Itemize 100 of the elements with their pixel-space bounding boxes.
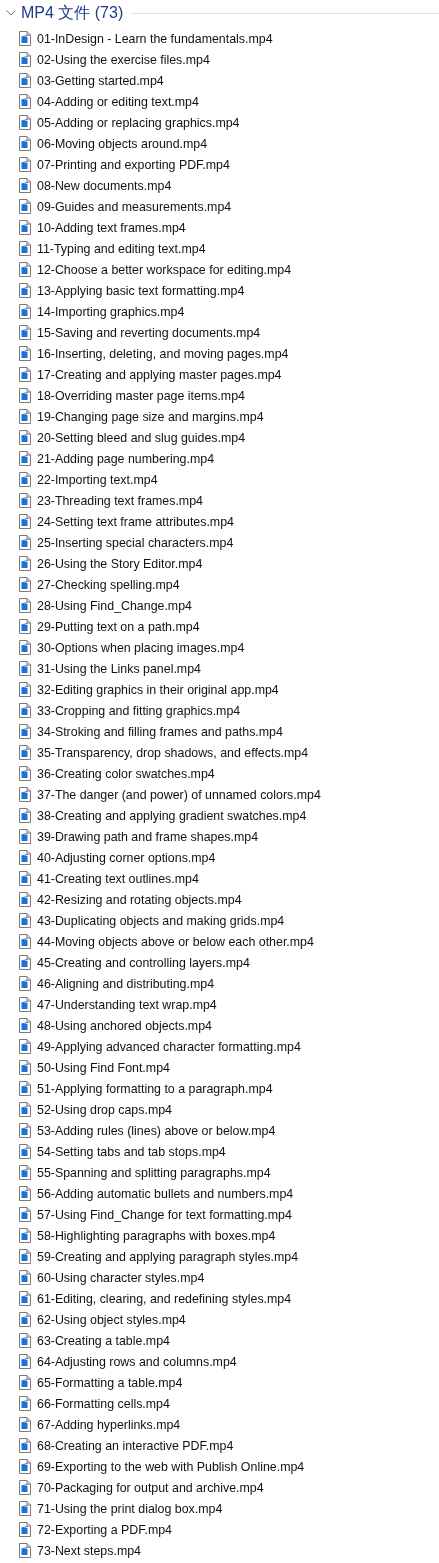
video-file-icon xyxy=(19,409,31,424)
video-file-icon xyxy=(19,913,31,928)
file-item[interactable]: 37-The danger (and power) of unnamed colors.mp4 xyxy=(0,784,439,805)
file-item[interactable]: 24-Setting text frame attributes.mp4 xyxy=(0,511,439,532)
video-file-icon xyxy=(19,388,31,403)
video-file-icon xyxy=(19,1417,31,1432)
file-item[interactable]: 46-Aligning and distributing.mp4 xyxy=(0,973,439,994)
file-item[interactable]: 31-Using the Links panel.mp4 xyxy=(0,658,439,679)
file-item[interactable]: 10-Adding text frames.mp4 xyxy=(0,217,439,238)
file-item[interactable]: 32-Editing graphics in their original app.mp4 xyxy=(0,679,439,700)
file-item[interactable]: 09-Guides and measurements.mp4 xyxy=(0,196,439,217)
file-item[interactable]: 56-Adding automatic bullets and numbers.mp4 xyxy=(0,1183,439,1204)
file-item[interactable]: 44-Moving objects above or below each other.mp4 xyxy=(0,931,439,952)
file-item[interactable]: 17-Creating and applying master pages.mp4 xyxy=(0,364,439,385)
file-item[interactable]: 01-InDesign - Learn the fundamentals.mp4 xyxy=(0,28,439,49)
video-file-icon xyxy=(19,1396,31,1411)
file-item[interactable]: 21-Adding page numbering.mp4 xyxy=(0,448,439,469)
video-file-icon xyxy=(19,1522,31,1537)
video-file-icon xyxy=(19,430,31,445)
video-file-icon xyxy=(19,577,31,592)
file-item[interactable]: 62-Using object styles.mp4 xyxy=(0,1309,439,1330)
file-item[interactable]: 47-Understanding text wrap.mp4 xyxy=(0,994,439,1015)
file-item[interactable]: 29-Putting text on a path.mp4 xyxy=(0,616,439,637)
file-item[interactable]: 70-Packaging for output and archive.mp4 xyxy=(0,1477,439,1498)
file-item[interactable]: 63-Creating a table.mp4 xyxy=(0,1330,439,1351)
video-file-icon xyxy=(19,1123,31,1138)
video-file-icon xyxy=(19,850,31,865)
file-item[interactable]: 61-Editing, clearing, and redefining styles.mp4 xyxy=(0,1288,439,1309)
file-item[interactable]: 45-Creating and controlling layers.mp4 xyxy=(0,952,439,973)
file-item[interactable]: 49-Applying advanced character formatting.mp4 xyxy=(0,1036,439,1057)
file-item[interactable]: 16-Inserting, deleting, and moving pages.mp4 xyxy=(0,343,439,364)
file-item[interactable]: 60-Using character styles.mp4 xyxy=(0,1267,439,1288)
file-item[interactable]: 20-Setting bleed and slug guides.mp4 xyxy=(0,427,439,448)
video-file-icon xyxy=(19,304,31,319)
file-item[interactable]: 15-Saving and reverting documents.mp4 xyxy=(0,322,439,343)
file-item[interactable]: 14-Importing graphics.mp4 xyxy=(0,301,439,322)
file-item[interactable]: 72-Exporting a PDF.mp4 xyxy=(0,1519,439,1540)
file-item[interactable]: 19-Changing page size and margins.mp4 xyxy=(0,406,439,427)
file-item[interactable]: 07-Printing and exporting PDF.mp4 xyxy=(0,154,439,175)
video-file-icon xyxy=(19,640,31,655)
file-item[interactable]: 50-Using Find Font.mp4 xyxy=(0,1057,439,1078)
file-item[interactable]: 41-Creating text outlines.mp4 xyxy=(0,868,439,889)
file-item[interactable]: 40-Adjusting corner options.mp4 xyxy=(0,847,439,868)
file-item[interactable]: 28-Using Find_Change.mp4 xyxy=(0,595,439,616)
file-item[interactable]: 68-Creating an interactive PDF.mp4 xyxy=(0,1435,439,1456)
file-item[interactable]: 04-Adding or editing text.mp4 xyxy=(0,91,439,112)
file-item[interactable]: 06-Moving objects around.mp4 xyxy=(0,133,439,154)
file-item[interactable]: 38-Creating and applying gradient swatches.mp4 xyxy=(0,805,439,826)
video-file-icon xyxy=(19,787,31,802)
file-item[interactable]: 36-Creating color swatches.mp4 xyxy=(0,763,439,784)
file-item[interactable]: 35-Transparency, drop shadows, and effects.mp4 xyxy=(0,742,439,763)
video-file-icon xyxy=(19,1543,31,1558)
file-item[interactable]: 12-Choose a better workspace for editing.mp4 xyxy=(0,259,439,280)
file-item[interactable]: 64-Adjusting rows and columns.mp4 xyxy=(0,1351,439,1372)
file-item[interactable]: 71-Using the print dialog box.mp4 xyxy=(0,1498,439,1519)
video-file-icon xyxy=(19,472,31,487)
file-item[interactable]: 66-Formatting cells.mp4 xyxy=(0,1393,439,1414)
video-file-icon xyxy=(19,367,31,382)
file-item[interactable]: 58-Highlighting paragraphs with boxes.mp4 xyxy=(0,1225,439,1246)
file-item[interactable]: 26-Using the Story Editor.mp4 xyxy=(0,553,439,574)
file-item[interactable]: 53-Adding rules (lines) above or below.mp4 xyxy=(0,1120,439,1141)
file-item[interactable]: 13-Applying basic text formatting.mp4 xyxy=(0,280,439,301)
file-item[interactable]: 18-Overriding master page items.mp4 xyxy=(0,385,439,406)
video-file-icon xyxy=(19,661,31,676)
video-file-icon xyxy=(19,1501,31,1516)
file-item[interactable]: 23-Threading text frames.mp4 xyxy=(0,490,439,511)
file-item[interactable]: 54-Setting tabs and tab stops.mp4 xyxy=(0,1141,439,1162)
video-file-icon xyxy=(19,241,31,256)
video-file-icon xyxy=(19,955,31,970)
file-item[interactable]: 22-Importing text.mp4 xyxy=(0,469,439,490)
file-item[interactable]: 02-Using the exercise files.mp4 xyxy=(0,49,439,70)
file-item[interactable]: 42-Resizing and rotating objects.mp4 xyxy=(0,889,439,910)
video-file-icon xyxy=(19,1480,31,1495)
video-file-icon xyxy=(19,535,31,550)
file-item[interactable]: 27-Checking spelling.mp4 xyxy=(0,574,439,595)
file-item[interactable]: 65-Formatting a table.mp4 xyxy=(0,1372,439,1393)
video-file-icon xyxy=(19,178,31,193)
file-item[interactable]: 48-Using anchored objects.mp4 xyxy=(0,1015,439,1036)
file-item[interactable]: 25-Inserting special characters.mp4 xyxy=(0,532,439,553)
file-item[interactable]: 05-Adding or replacing graphics.mp4 xyxy=(0,112,439,133)
video-file-icon xyxy=(19,1144,31,1159)
file-item[interactable]: 73-Next steps.mp4 xyxy=(0,1540,439,1561)
file-item[interactable]: 34-Stroking and filling frames and paths.mp4 xyxy=(0,721,439,742)
file-item[interactable]: 33-Cropping and fitting graphics.mp4 xyxy=(0,700,439,721)
file-item[interactable]: 11-Typing and editing text.mp4 xyxy=(0,238,439,259)
file-item[interactable]: 51-Applying formatting to a paragraph.mp4 xyxy=(0,1078,439,1099)
file-item[interactable]: 52-Using drop caps.mp4 xyxy=(0,1099,439,1120)
file-item[interactable]: 57-Using Find_Change for text formatting.mp4 xyxy=(0,1204,439,1225)
video-file-icon xyxy=(19,1354,31,1369)
file-item[interactable]: 03-Getting started.mp4 xyxy=(0,70,439,91)
file-item[interactable]: 67-Adding hyperlinks.mp4 xyxy=(0,1414,439,1435)
video-file-icon xyxy=(19,724,31,739)
file-item[interactable]: 39-Drawing path and frame shapes.mp4 xyxy=(0,826,439,847)
video-file-icon xyxy=(19,73,31,88)
file-item[interactable]: 69-Exporting to the web with Publish Online.mp4 xyxy=(0,1456,439,1477)
file-item[interactable]: 59-Creating and applying paragraph styles.mp4 xyxy=(0,1246,439,1267)
file-item[interactable]: 08-New documents.mp4 xyxy=(0,175,439,196)
file-item[interactable]: 30-Options when placing images.mp4 xyxy=(0,637,439,658)
file-item[interactable]: 43-Duplicating objects and making grids.mp4 xyxy=(0,910,439,931)
file-item[interactable]: 55-Spanning and splitting paragraphs.mp4 xyxy=(0,1162,439,1183)
